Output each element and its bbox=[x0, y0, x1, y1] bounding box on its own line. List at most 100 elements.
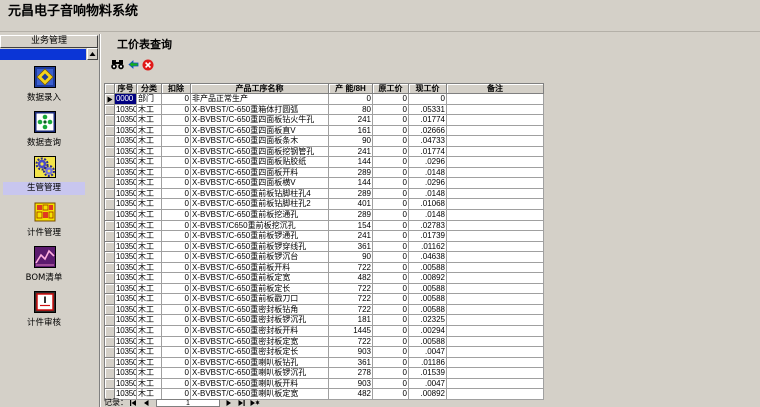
record-selector[interactable] bbox=[105, 304, 115, 316]
cell-remark[interactable] bbox=[447, 252, 544, 263]
select-all-corner[interactable] bbox=[105, 84, 115, 94]
cell-seq[interactable]: 0000 bbox=[115, 94, 137, 105]
cell-seq[interactable]: 10350 bbox=[115, 262, 137, 274]
cell-remark[interactable] bbox=[447, 283, 544, 295]
cell-process-name[interactable]: X-BVBST/C-650重前板锣通孔 bbox=[191, 231, 329, 242]
table-row[interactable]: 10350 木工 0 X-BVBST/C-650重前板钻脚柱孔2 401 0.01068 bbox=[105, 199, 544, 211]
cell-seq[interactable]: 10350 bbox=[115, 178, 137, 189]
cell-process-name[interactable]: X-BVBST/C650重前板挖沉孔 bbox=[191, 220, 329, 232]
table-row[interactable]: 10350 木工 0 X-BVBST/C-650重喇叭板开料 903 0.0047 bbox=[105, 378, 544, 390]
cell-capacity[interactable]: 361 bbox=[329, 241, 373, 253]
cell-new-price[interactable]: .0148 bbox=[409, 188, 447, 200]
sidebar-item-bom-list[interactable]: BOM清单 bbox=[3, 246, 85, 286]
previous-record-button[interactable] bbox=[141, 399, 152, 407]
cell-category[interactable]: 木工 bbox=[137, 188, 162, 200]
cell-remark[interactable] bbox=[447, 231, 544, 242]
group-header-button[interactable]: 业务管理 bbox=[0, 35, 98, 48]
cell-seq[interactable]: 10350 bbox=[115, 347, 137, 358]
cell-category[interactable]: 木工 bbox=[137, 336, 162, 348]
cell-new-price[interactable]: .0296 bbox=[409, 157, 447, 168]
cell-seq[interactable]: 10350 bbox=[115, 283, 137, 295]
table-row[interactable]: 10350 木工 0 X-BVBST/C-650重四面板条木 90 0.04733 bbox=[105, 136, 544, 147]
table-row[interactable]: 10350 木工 0 X-BVBST/C-650重前板锣穿线孔 361 0.01162 bbox=[105, 241, 544, 253]
cell-seq[interactable]: 10350 bbox=[115, 104, 137, 116]
cell-remark[interactable] bbox=[447, 241, 544, 253]
column-header-remark[interactable]: 备注 bbox=[447, 84, 544, 94]
cell-category[interactable]: 木工 bbox=[137, 304, 162, 316]
cell-old-price[interactable]: 0 bbox=[373, 347, 409, 358]
cell-seq[interactable]: 10350 bbox=[115, 125, 137, 137]
cell-category[interactable]: 木工 bbox=[137, 115, 162, 126]
cell-old-price[interactable]: 0 bbox=[373, 283, 409, 295]
column-header-deduct[interactable]: 扣除 bbox=[162, 84, 191, 94]
cell-new-price[interactable]: .00588 bbox=[409, 304, 447, 316]
column-header-category[interactable]: 分类 bbox=[137, 84, 162, 94]
cell-capacity[interactable]: 0 bbox=[329, 94, 373, 105]
cell-seq[interactable]: 10350 bbox=[115, 231, 137, 242]
cell-process-name[interactable]: X-BVBST/C-650重前板挖通孔 bbox=[191, 210, 329, 221]
table-row[interactable]: 10350 木工 0 X-BVBST/C650重前板挖沉孔 154 0.02783 bbox=[105, 220, 544, 232]
cell-remark[interactable] bbox=[447, 220, 544, 232]
cell-new-price[interactable]: .02666 bbox=[409, 125, 447, 137]
cell-remark[interactable] bbox=[447, 294, 544, 305]
cell-capacity[interactable]: 90 bbox=[329, 252, 373, 263]
table-row[interactable]: 10350 木工 0 X-BVBST/C-650重前板锣通孔 241 0.01739 bbox=[105, 231, 544, 242]
cell-deduct[interactable]: 0 bbox=[162, 241, 191, 253]
cell-process-name[interactable]: X-BVBST/C-650重前板钻脚柱孔4 bbox=[191, 188, 329, 200]
cell-process-name[interactable]: X-BVBST/C-650重四面板开料 bbox=[191, 167, 329, 179]
record-selector[interactable] bbox=[105, 136, 115, 147]
record-selector[interactable] bbox=[105, 357, 115, 369]
column-header-process-name[interactable]: 产品工序名称 bbox=[191, 84, 329, 94]
cell-deduct[interactable]: 0 bbox=[162, 220, 191, 232]
cell-new-price[interactable]: .0148 bbox=[409, 167, 447, 179]
cell-process-name[interactable]: X-BVBST/C-650重喇叭板开料 bbox=[191, 378, 329, 390]
table-row[interactable]: 10350 木工 0 X-BVBST/C-650重前板定长 722 0.00588 bbox=[105, 283, 544, 295]
record-selector[interactable] bbox=[105, 252, 115, 263]
cell-deduct[interactable]: 0 bbox=[162, 357, 191, 369]
cell-seq[interactable]: 10350 bbox=[115, 241, 137, 253]
cell-seq[interactable]: 10350 bbox=[115, 157, 137, 168]
column-header-seq[interactable]: 序号 bbox=[115, 84, 137, 94]
cell-process-name[interactable]: X-BVBST/C-650重密封板锣沉孔 bbox=[191, 315, 329, 327]
cell-deduct[interactable]: 0 bbox=[162, 188, 191, 200]
sidebar-item-data-entry[interactable]: 数据录入 bbox=[3, 66, 85, 106]
record-selector[interactable] bbox=[105, 199, 115, 211]
cell-capacity[interactable]: 241 bbox=[329, 146, 373, 158]
cell-deduct[interactable]: 0 bbox=[162, 378, 191, 390]
cell-seq[interactable]: 10350 bbox=[115, 315, 137, 327]
cell-process-name[interactable]: X-BVBST/C-650重四面板直V bbox=[191, 125, 329, 137]
table-row[interactable]: 10350 木工 0 X-BVBST/C-650重密封板锣沉孔 181 0.02325 bbox=[105, 315, 544, 327]
cell-remark[interactable] bbox=[447, 378, 544, 390]
cell-capacity[interactable]: 241 bbox=[329, 231, 373, 242]
cell-old-price[interactable]: 0 bbox=[373, 125, 409, 137]
cell-remark[interactable] bbox=[447, 315, 544, 327]
cell-deduct[interactable]: 0 bbox=[162, 294, 191, 305]
cell-new-price[interactable]: .00588 bbox=[409, 294, 447, 305]
cell-process-name[interactable]: X-BVBST/C-650重前板锣穿线孔 bbox=[191, 241, 329, 253]
cell-deduct[interactable]: 0 bbox=[162, 210, 191, 221]
cell-remark[interactable] bbox=[447, 389, 544, 400]
find-button[interactable] bbox=[111, 58, 124, 71]
cell-category[interactable]: 木工 bbox=[137, 241, 162, 253]
table-row[interactable]: 10350 木工 0 X-BVBST/C-650重四面板横V 144 0.0296 bbox=[105, 178, 544, 189]
record-selector[interactable] bbox=[105, 336, 115, 348]
record-selector[interactable] bbox=[105, 178, 115, 189]
cell-new-price[interactable]: .00588 bbox=[409, 336, 447, 348]
cell-remark[interactable] bbox=[447, 157, 544, 168]
last-record-button[interactable] bbox=[236, 399, 247, 407]
cell-old-price[interactable]: 0 bbox=[373, 188, 409, 200]
cell-seq[interactable]: 10350 bbox=[115, 336, 137, 348]
cell-capacity[interactable]: 722 bbox=[329, 294, 373, 305]
cell-category[interactable]: 木工 bbox=[137, 252, 162, 263]
cell-old-price[interactable]: 0 bbox=[373, 357, 409, 369]
cell-capacity[interactable]: 289 bbox=[329, 188, 373, 200]
cell-seq[interactable]: 10350 bbox=[115, 146, 137, 158]
cell-deduct[interactable]: 0 bbox=[162, 146, 191, 158]
cell-old-price[interactable]: 0 bbox=[373, 146, 409, 158]
cell-process-name[interactable]: X-BVBST/C-650重前板定宽 bbox=[191, 273, 329, 284]
cell-category[interactable]: 部门 bbox=[137, 94, 162, 105]
cell-process-name[interactable]: X-BVBST/C-650重四面板钻火牛孔 bbox=[191, 115, 329, 126]
cell-process-name[interactable]: X-BVBST/C-650重密封板定长 bbox=[191, 347, 329, 358]
table-row[interactable]: 10350 木工 0 X-BVBST/C-650重前板挖通孔 289 0.0148 bbox=[105, 210, 544, 221]
table-row[interactable]: 0000 部门 0 非产品正常生产 0 0 0 bbox=[105, 94, 544, 105]
